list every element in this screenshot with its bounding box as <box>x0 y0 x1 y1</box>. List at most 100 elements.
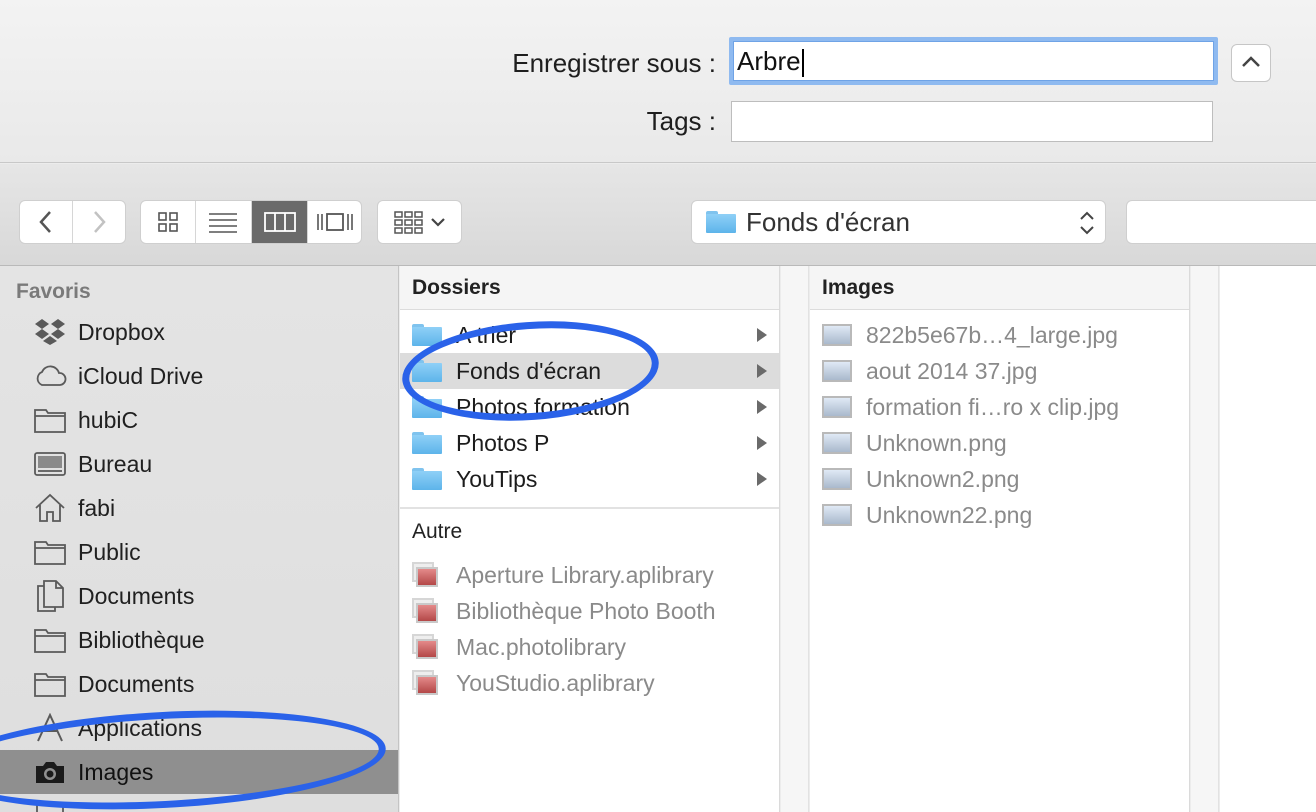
home-icon <box>32 492 68 524</box>
section-heading-other: Autre <box>412 520 463 543</box>
sidebar-item-label: Bibliothèque <box>78 626 205 653</box>
cover-flow-icon <box>316 213 353 231</box>
sidebar-item-bureau[interactable]: Bureau <box>0 442 398 486</box>
sidebar-item-hubic[interactable]: hubiC <box>0 398 398 442</box>
sidebar-item-documents-2[interactable]: Documents <box>0 662 398 706</box>
save-as-label: Enregistrer sous : <box>512 48 716 78</box>
image-thumbnail-icon <box>822 393 854 421</box>
folder-row-photos-p[interactable]: Photos P <box>400 425 779 461</box>
sidebar-item-label: Applications <box>78 714 203 741</box>
folder-icon <box>706 211 736 233</box>
disclosure-arrow-icon <box>755 327 775 343</box>
sidebar-item-label: fabi <box>78 494 116 521</box>
file-label: 822b5e67b…4_large.jpg <box>866 321 1118 348</box>
file-label: aout 2014 37.jpg <box>866 357 1038 384</box>
updown-arrows-icon <box>1080 211 1094 235</box>
folder-icon <box>412 465 444 493</box>
desktop-icon <box>32 448 68 480</box>
file-row[interactable]: Unknown22.png <box>810 497 1189 533</box>
library-label: Mac.photolibrary <box>456 633 627 660</box>
sidebar-item-icloud-drive[interactable]: iCloud Drive <box>0 354 398 398</box>
dropbox-icon <box>32 316 68 348</box>
column-resize-gutter[interactable] <box>1191 266 1219 812</box>
list-view-button[interactable] <box>196 201 252 243</box>
sidebar-item-label: Public <box>78 538 141 565</box>
sidebar-item-applications[interactable]: Applications <box>0 706 398 750</box>
column-heading-folders: Dossiers <box>400 266 779 310</box>
file-label: Unknown2.png <box>866 465 1020 492</box>
location-popup[interactable]: Fonds d'écran <box>691 200 1106 244</box>
arrange-button[interactable] <box>378 201 461 243</box>
sidebar-item-dropbox[interactable]: Dropbox <box>0 310 398 354</box>
photo-library-icon <box>412 561 444 589</box>
folder-label: YouTips <box>456 465 538 492</box>
tags-field[interactable] <box>731 101 1213 142</box>
file-label: Unknown22.png <box>866 501 1033 528</box>
photo-booth-library-icon <box>412 597 444 625</box>
history-nav <box>19 200 126 244</box>
image-thumbnail-icon <box>822 465 854 493</box>
library-label: Bibliothèque Photo Booth <box>456 597 716 624</box>
sidebar: Favoris Dropbox iCloud Drive hubiC Burea… <box>0 266 399 812</box>
file-row[interactable]: 822b5e67b…4_large.jpg <box>810 317 1189 353</box>
folder-label: Fonds d'écran <box>456 357 602 384</box>
folder-icon <box>412 321 444 349</box>
folder-row-photos-formation[interactable]: Photos formation <box>400 389 779 425</box>
columns-icon <box>263 212 296 232</box>
folder-icon <box>32 536 68 568</box>
sidebar-item-public[interactable]: Public <box>0 530 398 574</box>
chevron-up-icon <box>1242 56 1260 67</box>
save-panel: Enregistrer sous : Arbre Tags : <box>0 0 1316 163</box>
file-row[interactable]: formation fi…ro x clip.jpg <box>810 389 1189 425</box>
column-heading-images: Images <box>810 266 1189 310</box>
applications-icon <box>32 712 68 744</box>
image-thumbnail-icon <box>822 429 854 457</box>
camera-icon <box>32 756 68 788</box>
file-label: formation fi…ro x clip.jpg <box>866 393 1120 420</box>
folder-row-youtips[interactable]: YouTips <box>400 461 779 497</box>
library-row-aperture[interactable]: Aperture Library.aplibrary <box>400 557 779 593</box>
arrange-grid-icon <box>393 211 423 234</box>
file-row[interactable]: aout 2014 37.jpg <box>810 353 1189 389</box>
sidebar-item-fabi[interactable]: fabi <box>0 486 398 530</box>
folder-row-fonds-d-ecran[interactable]: Fonds d'écran <box>400 353 779 389</box>
icon-view-button[interactable] <box>141 201 196 243</box>
back-button[interactable] <box>20 201 73 243</box>
images-column: Images 822b5e67b…4_large.jpg aout 2014 3… <box>810 266 1190 812</box>
folder-row-a-trier[interactable]: A trier <box>400 317 779 353</box>
library-row-youstudio[interactable]: YouStudio.aplibrary <box>400 665 779 701</box>
folder-icon <box>32 668 68 700</box>
chevron-left-icon <box>39 211 51 233</box>
sidebar-heading-favorites: Favoris <box>16 280 91 303</box>
sidebar-item-documents[interactable]: Documents <box>0 574 398 618</box>
photo-library-icon <box>412 633 444 661</box>
folders-column: Dossiers A trier Fonds d'écran Photos fo… <box>400 266 780 812</box>
grid-icon <box>157 212 178 232</box>
save-as-field[interactable]: Arbre <box>729 37 1218 85</box>
cover-flow-view-button[interactable] <box>308 201 361 243</box>
view-mode-group <box>140 200 362 244</box>
library-row-photo-booth[interactable]: Bibliothèque Photo Booth <box>400 593 779 629</box>
disclosure-arrow-icon <box>755 363 775 379</box>
location-popup-label: Fonds d'écran <box>746 206 910 237</box>
folder-icon <box>412 429 444 457</box>
sidebar-item-label: Bureau <box>78 450 153 477</box>
tags-label: Tags : <box>646 106 716 136</box>
search-field[interactable] <box>1126 200 1316 244</box>
sidebar-item-bibliotheque[interactable]: Bibliothèque <box>0 618 398 662</box>
image-thumbnail-icon <box>822 321 854 349</box>
sidebar-item-videos-partial[interactable] <box>0 794 398 812</box>
folder-label: A trier <box>456 321 517 348</box>
file-row[interactable]: Unknown2.png <box>810 461 1189 497</box>
expand-dialog-button[interactable] <box>1231 44 1271 82</box>
library-row-mac-photolibrary[interactable]: Mac.photolibrary <box>400 629 779 665</box>
folder-icon <box>32 624 68 656</box>
file-row[interactable]: Unknown.png <box>810 425 1189 461</box>
text-caret <box>801 49 804 78</box>
sidebar-item-images[interactable]: Images <box>0 750 398 794</box>
folder-label: Photos formation <box>456 393 630 420</box>
column-view-button[interactable] <box>251 201 309 243</box>
disclosure-arrow-icon <box>755 399 775 415</box>
forward-button[interactable] <box>73 201 126 243</box>
column-resize-gutter[interactable] <box>781 266 809 812</box>
